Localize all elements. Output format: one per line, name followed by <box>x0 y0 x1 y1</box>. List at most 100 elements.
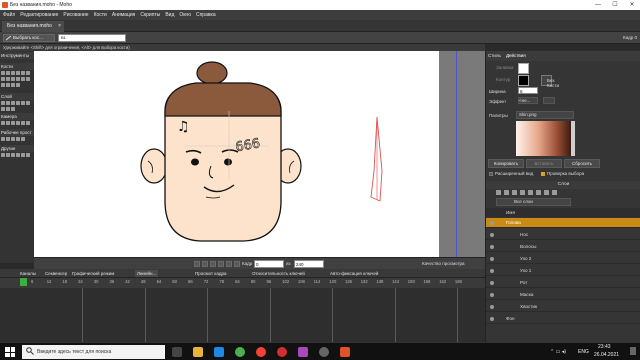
tool-icon[interactable] <box>11 83 15 87</box>
layer-visibility-icon[interactable] <box>490 305 494 309</box>
layer-visibility-icon[interactable] <box>490 317 494 321</box>
layer-row[interactable]: Ухо 2 <box>486 254 640 264</box>
layer-visibility-icon[interactable] <box>490 221 494 225</box>
tool-icon[interactable] <box>26 153 30 157</box>
clock-date[interactable]: 26.04.2021 <box>594 352 619 358</box>
tool-icon[interactable] <box>26 101 30 105</box>
timeline-ruler[interactable]: 6 12 18 24 30 36 42 48 54 60 66 72 78 84 90 96 102 108 114… <box>0 278 485 288</box>
copy-button[interactable]: Копировать <box>488 159 524 168</box>
layer-row[interactable]: Волосы <box>486 242 640 252</box>
tool-icon[interactable] <box>16 71 20 75</box>
end-button[interactable] <box>226 261 232 267</box>
quality-label[interactable]: Качество просмотра <box>422 261 465 266</box>
layer-row[interactable]: Голова <box>486 218 640 228</box>
minimize-button[interactable]: — <box>590 0 606 10</box>
visibility-icon[interactable] <box>544 190 549 195</box>
play-button[interactable] <box>210 261 216 267</box>
palette-scrollbar[interactable] <box>571 121 575 156</box>
filter-icon[interactable] <box>552 190 557 195</box>
new-layer-icon[interactable] <box>496 190 501 195</box>
store-icon[interactable] <box>298 347 308 357</box>
tool-icon[interactable] <box>16 77 20 81</box>
layer-row[interactable]: Рот <box>486 278 640 288</box>
delete-layer-icon[interactable] <box>512 190 517 195</box>
windows-start-icon[interactable] <box>5 347 15 357</box>
tool-icon[interactable] <box>21 71 25 75</box>
clock-time[interactable]: 23:43 <box>598 344 611 350</box>
tool-icon[interactable] <box>11 107 15 111</box>
tool-icon[interactable] <box>21 77 25 81</box>
interpolation-select[interactable]: Линейн... <box>135 270 159 277</box>
canvas-area[interactable]: ♫ 666 <box>34 51 439 257</box>
lock-icon[interactable] <box>536 190 541 195</box>
frame-input[interactable]: 0 <box>254 260 284 268</box>
tool-icon[interactable] <box>16 101 20 105</box>
document-tab[interactable]: Без названия.moho × <box>2 21 64 32</box>
bone-name-input[interactable]: B1 <box>58 34 126 42</box>
tool-icon[interactable] <box>26 77 30 81</box>
close-button[interactable]: ✕ <box>624 0 640 10</box>
menu-file[interactable]: Файл <box>3 12 15 18</box>
tool-icon[interactable] <box>11 121 15 125</box>
tool-icon[interactable] <box>16 153 20 157</box>
effect-options-button[interactable] <box>543 97 555 104</box>
chrome-icon[interactable] <box>235 347 245 357</box>
menu-view[interactable]: Вид <box>165 12 174 18</box>
tool-icon[interactable] <box>21 153 25 157</box>
rewind-button[interactable] <box>194 261 200 267</box>
tool-icon[interactable] <box>26 121 30 125</box>
tool-icon[interactable] <box>6 77 10 81</box>
tab-graph-mode[interactable]: Графический режим <box>72 270 114 277</box>
fill-label[interactable]: Заливка <box>496 65 513 70</box>
layer-row[interactable]: Маска <box>486 290 640 300</box>
tool-icon[interactable] <box>1 153 5 157</box>
opera-icon[interactable] <box>277 347 287 357</box>
tab-actions[interactable]: Действия <box>506 53 526 58</box>
layer-visibility-icon[interactable] <box>490 245 494 249</box>
playhead[interactable] <box>20 278 27 286</box>
menu-window[interactable]: Окно <box>179 12 191 18</box>
tool-icon[interactable] <box>26 71 30 75</box>
tab-channels[interactable]: Каналы <box>20 270 36 277</box>
bone-mode-select[interactable]: Выбрать кос... <box>3 34 55 42</box>
layer-visibility-icon[interactable] <box>490 257 494 261</box>
tool-icon[interactable] <box>21 137 25 141</box>
menu-edit[interactable]: Редактирование <box>20 12 58 18</box>
paste-button[interactable]: Вставить <box>526 159 562 168</box>
tool-icon[interactable] <box>11 137 15 141</box>
duplicate-layer-icon[interactable] <box>504 190 509 195</box>
layer-visibility-icon[interactable] <box>490 233 494 237</box>
tool-icon[interactable] <box>21 121 25 125</box>
task-view-icon[interactable] <box>172 347 182 357</box>
moho-taskbar-icon[interactable] <box>340 347 350 357</box>
layer-visibility-icon[interactable] <box>490 293 494 297</box>
reset-button[interactable]: Сбросить <box>564 159 600 168</box>
tab-sequencer[interactable]: Секвенсер <box>45 270 67 277</box>
layer-row[interactable]: Хвостик <box>486 302 640 312</box>
tray-icons[interactable]: ⌃ ▭ ◂) <box>550 349 566 355</box>
stroke-label[interactable]: Контур <box>496 77 510 82</box>
tool-icon[interactable] <box>6 153 10 157</box>
tool-icon[interactable] <box>1 107 5 111</box>
tool-icon[interactable] <box>21 101 25 105</box>
tool-icon[interactable] <box>6 137 10 141</box>
viewport[interactable]: ♫ 666 <box>34 51 485 257</box>
file-explorer-icon[interactable] <box>193 347 203 357</box>
tool-icon[interactable] <box>11 77 15 81</box>
tool-icon[interactable] <box>16 121 20 125</box>
palette-select[interactable]: Skin.png <box>516 111 574 119</box>
menu-draw[interactable]: Рисование <box>63 12 88 18</box>
tool-icon[interactable] <box>16 137 20 141</box>
taskbar-search-input[interactable]: Введите здесь текст для поиска <box>22 345 165 359</box>
language-indicator[interactable]: ENG <box>578 349 589 355</box>
tool-icon[interactable] <box>1 121 5 125</box>
layer-visibility-icon[interactable] <box>490 269 494 273</box>
tab-style[interactable]: Стиль <box>488 53 501 58</box>
tool-icon[interactable] <box>1 101 5 105</box>
end-frame-input[interactable]: 240 <box>294 260 324 268</box>
tool-icon[interactable] <box>6 107 10 111</box>
prev-frame-button[interactable] <box>202 261 208 267</box>
menu-scripts[interactable]: Скрипты <box>140 12 160 18</box>
folder-icon[interactable] <box>528 190 533 195</box>
menu-bones[interactable]: Кости <box>94 12 107 18</box>
